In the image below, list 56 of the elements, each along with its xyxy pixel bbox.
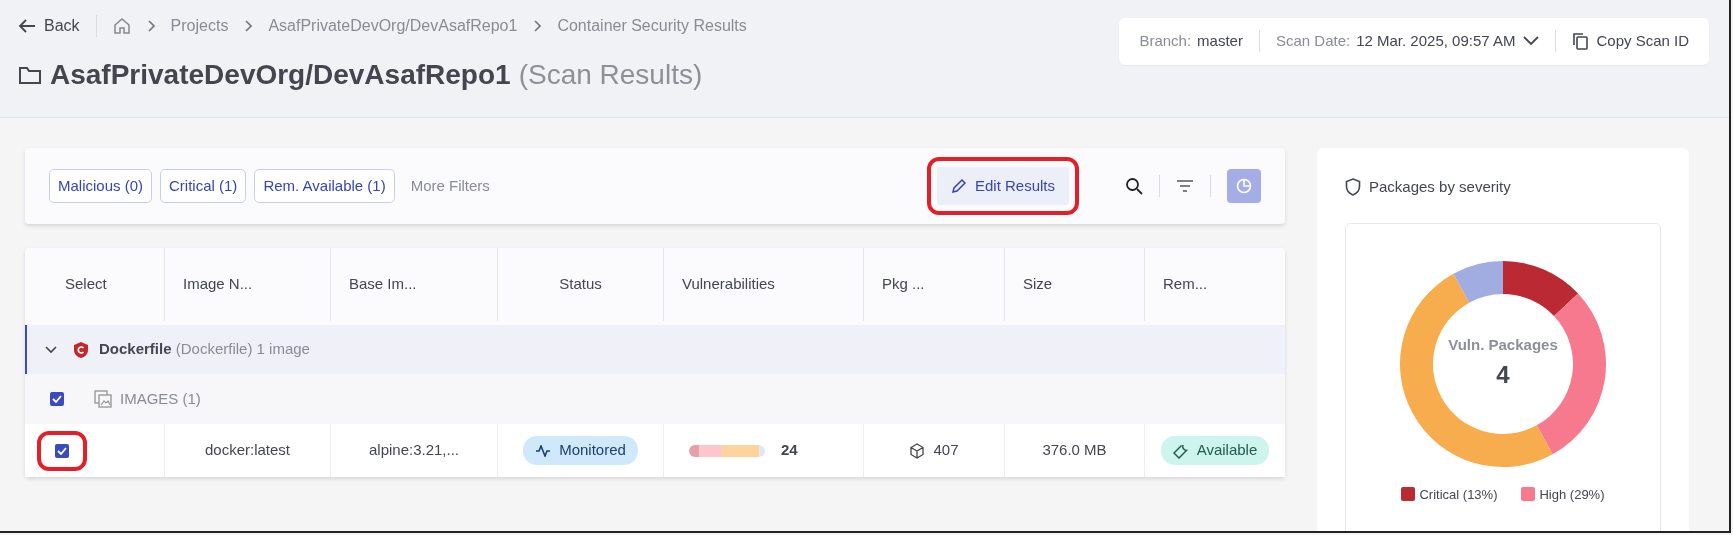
chevron-right-icon [146,20,155,32]
shield-icon [73,340,89,359]
donut-center-label: Vuln. Packages [1448,335,1558,356]
panel-title: Packages by severity [1369,177,1511,197]
column-header[interactable]: Status [559,273,602,296]
home-icon[interactable] [112,17,131,35]
copy-icon [1572,32,1589,51]
cube-icon [909,442,926,459]
scan-date-dropdown[interactable]: 12 Mar. 2025, 09:57 AM [1356,30,1540,53]
group-row[interactable]: Dockerfile (Dockerfile) 1 image [25,325,1285,374]
chevron-down-icon [1523,36,1540,47]
legend-label: Critical (13%) [1419,485,1498,504]
filter-chip[interactable]: Malicious (0) [49,168,153,204]
shield-icon [1345,178,1361,197]
scan-date-label: Scan Date: [1275,31,1351,51]
back-arrow-icon [18,18,36,34]
remediation-badge: Available [1160,436,1270,465]
vulnerability-count: 24 [781,440,798,461]
legend-label: High (29%) [1539,485,1605,504]
filter-chip[interactable]: Rem. Available (1) [254,168,395,204]
pie-chart-icon [1236,178,1252,194]
chevron-down-icon[interactable] [45,345,57,354]
filter-chip[interactable]: Critical (1) [160,168,247,204]
activity-icon [535,444,552,457]
column-header[interactable]: Base Im... [349,273,417,296]
folder-icon [18,65,42,85]
page-subtitle: (Scan Results) [518,58,703,92]
page-title: AsafPrivateDevOrg/DevAsafRepo1 [50,58,511,92]
package-count: 407 [933,440,959,461]
edit-results-button[interactable]: Edit Results [936,166,1069,206]
column-header[interactable]: Rem... [1163,273,1208,296]
size-cell-text: 376.0 MB [1042,440,1107,461]
branch-value: master [1197,31,1243,51]
chart-toggle-button[interactable] [1227,169,1261,203]
status-badge: Monitored [523,436,638,465]
pencil-icon [950,178,967,194]
group-title: Dockerfile (Dockerfile) 1 image [99,339,310,360]
base-image-cell-text: alpine:3.21,... [368,440,460,461]
filter-icon[interactable] [1176,179,1194,193]
image-name-cell-text: docker:latest [204,440,290,461]
row-checkbox[interactable] [55,443,69,458]
search-icon[interactable] [1125,177,1143,195]
section-checkbox[interactable] [50,392,64,406]
column-header[interactable]: Select [65,273,107,296]
branch-label: Branch: [1139,31,1192,51]
column-header[interactable]: Image N... [183,273,253,296]
back-link[interactable]: Back [18,14,80,38]
column-header[interactable]: Pkg ... [882,273,925,296]
column-header[interactable]: Size [1023,273,1053,296]
column-header[interactable]: Vulnerabilities [682,273,775,296]
chevron-right-icon [244,20,253,32]
chevron-right-icon [533,20,542,32]
donut-center-value: 4 [1496,359,1510,390]
images-icon [94,390,112,408]
copy-scan-id-button[interactable]: Copy Scan ID [1572,30,1689,53]
section-label: IMAGES (1) [120,388,201,409]
